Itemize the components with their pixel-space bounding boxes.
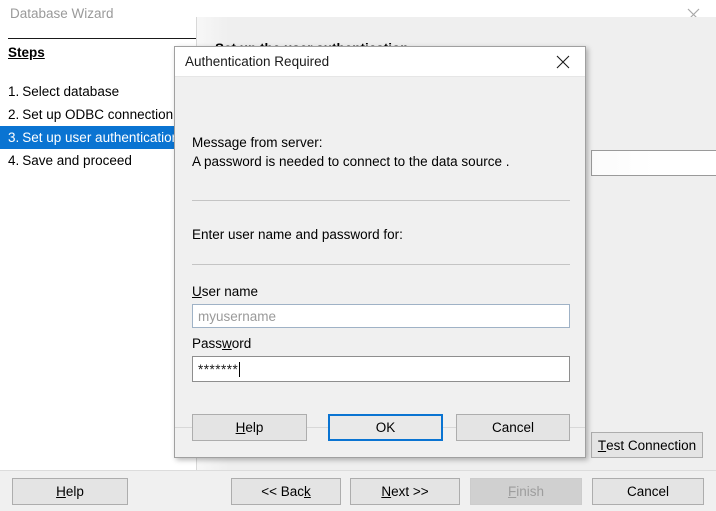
dialog-titlebar: Authentication Required <box>175 47 585 77</box>
password-accel: w <box>222 336 232 351</box>
steps-divider <box>8 38 196 39</box>
finish-accel: F <box>508 484 516 499</box>
step-number: 4. <box>8 149 19 172</box>
test-connection-accel: T <box>598 438 606 453</box>
steps-heading: Steps <box>8 45 45 60</box>
step-number: 2. <box>8 103 19 126</box>
test-connection-label: est Connection <box>606 438 696 453</box>
sidebar-item-save-and-proceed[interactable]: 4.Save and proceed <box>0 149 196 172</box>
step-number: 1. <box>8 80 19 103</box>
enter-credentials-prompt: Enter user name and password for: <box>192 227 403 242</box>
message-from-server-body: A password is needed to connect to the d… <box>192 154 509 169</box>
step-label: Set up ODBC connection <box>22 107 173 122</box>
step-label: Select database <box>22 84 119 99</box>
help-accel: H <box>56 484 66 499</box>
sidebar-item-odbc-connection[interactable]: 2.Set up ODBC connection <box>0 103 196 126</box>
background-text-field[interactable] <box>591 150 716 176</box>
ok-button[interactable]: OK <box>328 414 443 441</box>
back-label-pre: << Bac <box>261 484 304 499</box>
password-input[interactable]: ******* <box>192 356 570 382</box>
step-number: 3. <box>8 126 19 149</box>
wizard-button-bar: Help << Back Next >> Finish Cancel <box>0 470 716 511</box>
password-label-text: ord <box>232 336 252 351</box>
password-value: ******* <box>198 362 238 377</box>
finish-button: Finish <box>470 478 582 505</box>
username-placeholder: myusername <box>198 309 276 324</box>
help-button[interactable]: Help <box>12 478 128 505</box>
dialog-help-button[interactable]: Help <box>192 414 307 441</box>
sidebar-item-select-database[interactable]: 1.Select database <box>0 80 196 103</box>
back-accel: k <box>304 484 311 499</box>
password-label-pre: Pass <box>192 336 222 351</box>
help-label: elp <box>66 484 84 499</box>
username-input[interactable]: myusername <box>192 304 570 328</box>
authentication-required-dialog: Authentication Required Message from ser… <box>174 46 586 458</box>
divider-bottom <box>192 264 570 265</box>
dialog-body: Message from server: A password is neede… <box>175 77 585 427</box>
username-label: User name <box>192 284 258 299</box>
dialog-title: Authentication Required <box>185 54 329 69</box>
message-from-server-label: Message from server: <box>192 135 323 150</box>
cancel-button[interactable]: Cancel <box>592 478 704 505</box>
dialog-help-label: elp <box>245 420 263 435</box>
password-label: Password <box>192 336 251 351</box>
divider-top <box>192 200 570 201</box>
close-icon-glyph <box>556 55 570 69</box>
username-label-text: ser name <box>202 284 258 299</box>
next-label: ext >> <box>391 484 429 499</box>
next-button[interactable]: Next >> <box>350 478 460 505</box>
dialog-footer: Help OK Cancel <box>175 427 585 457</box>
back-button[interactable]: << Back <box>231 478 341 505</box>
dialog-help-accel: H <box>236 420 246 435</box>
text-caret <box>239 362 240 377</box>
close-icon[interactable] <box>541 47 585 76</box>
next-accel: N <box>381 484 391 499</box>
finish-label: inish <box>516 484 544 499</box>
sidebar-item-user-authentication[interactable]: 3.Set up user authentication <box>0 126 196 149</box>
wizard-title: Database Wizard <box>10 6 114 21</box>
dialog-cancel-button[interactable]: Cancel <box>456 414 570 441</box>
step-label: Save and proceed <box>22 153 132 168</box>
test-connection-button[interactable]: Test Connection <box>591 432 703 458</box>
steps-list: 1.Select database 2.Set up ODBC connecti… <box>0 80 196 172</box>
step-label: Set up user authentication <box>22 130 179 145</box>
steps-panel: Steps 1.Select database 2.Set up ODBC co… <box>0 30 196 470</box>
username-accel: U <box>192 284 202 299</box>
